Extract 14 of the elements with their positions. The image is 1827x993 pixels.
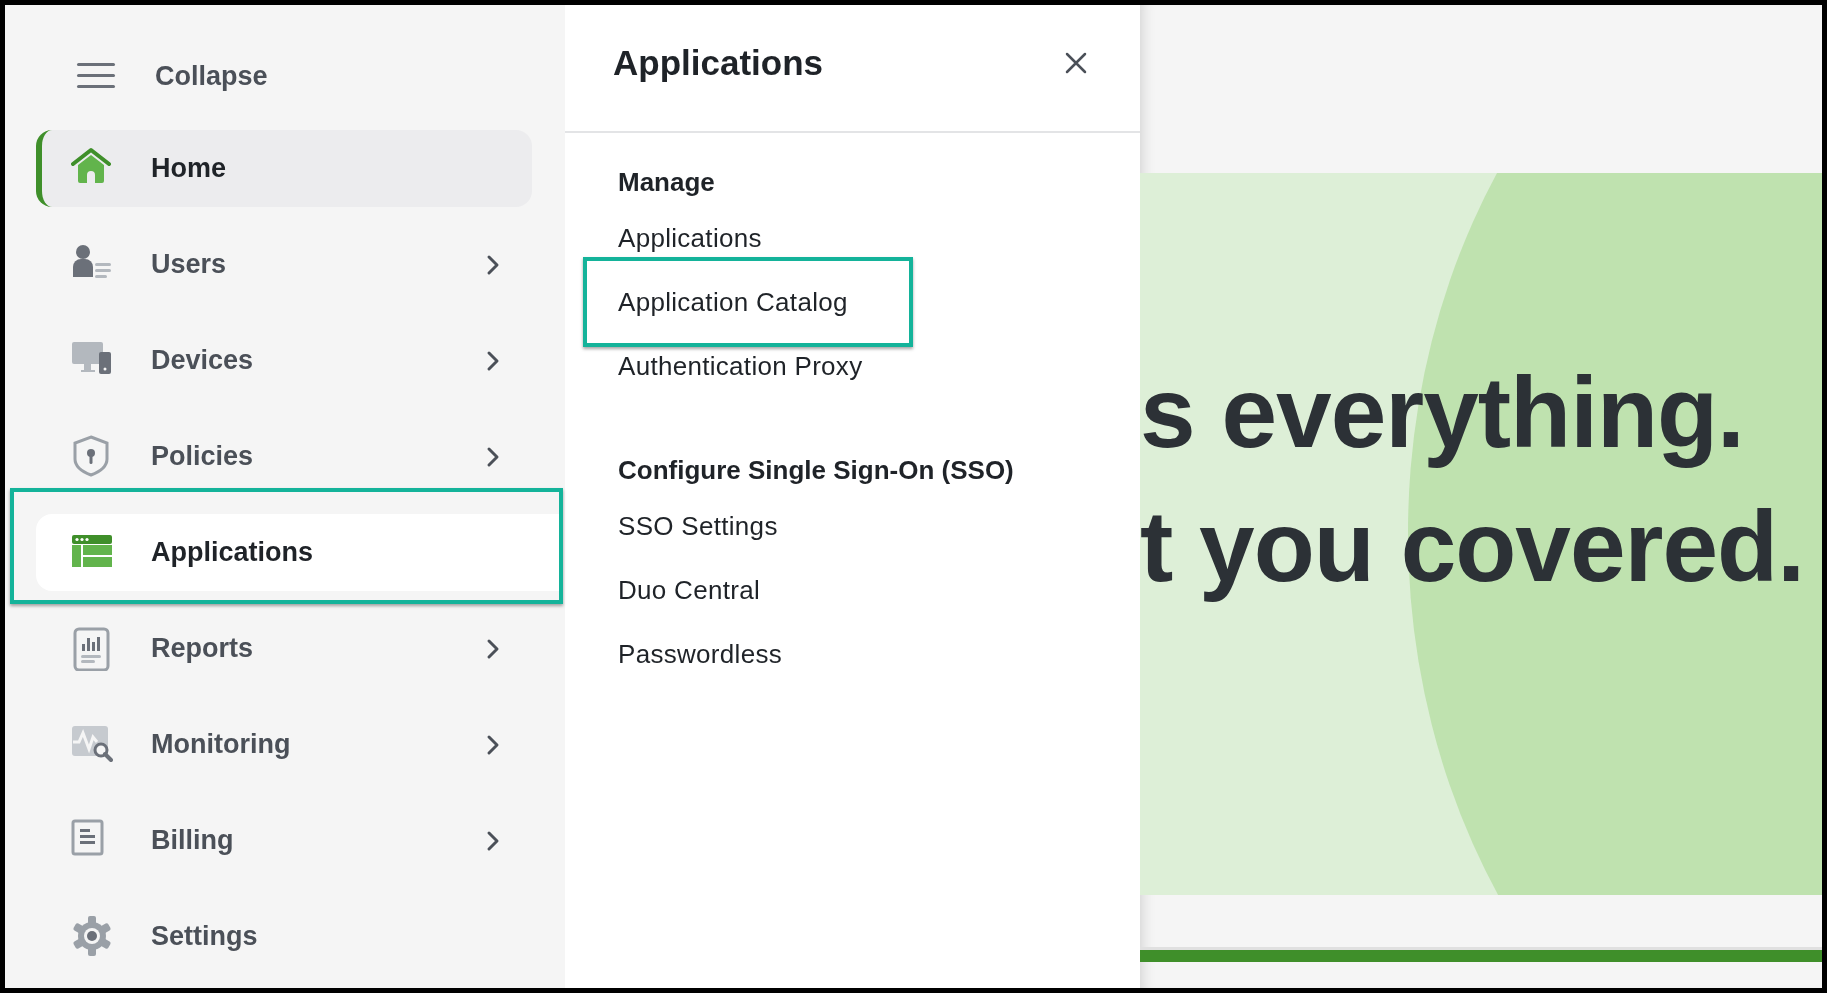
item-background: Settings (36, 898, 532, 975)
settings-icon (71, 914, 113, 959)
menu-link[interactable]: Application Catalog (583, 257, 913, 347)
report-chart-icon (71, 626, 113, 671)
headline-text: s everything. (1140, 355, 1745, 470)
section-heading: Configure Single Sign-On (SSO) (618, 455, 1015, 486)
nav-item[interactable]: Applications (10, 488, 563, 604)
headline-text: t you covered. (1140, 489, 1805, 604)
menu-icon (75, 61, 117, 91)
item-background: Home (36, 130, 532, 207)
section-heading: Manage (618, 167, 716, 198)
close-icon (1064, 51, 1088, 75)
item-background: Applications (36, 514, 559, 591)
panel-title: Applications (613, 43, 824, 83)
